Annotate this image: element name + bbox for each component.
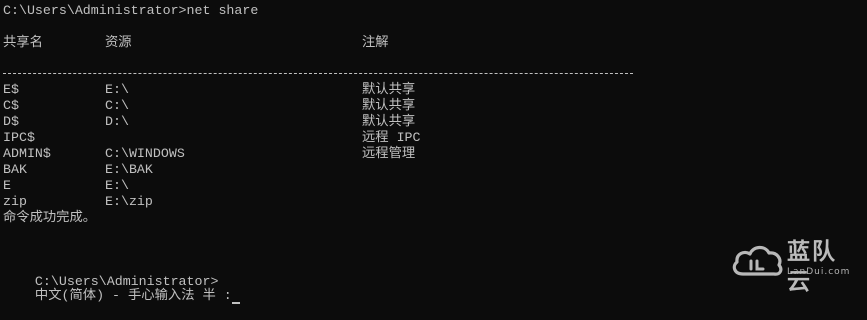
table-row: C$ C:\ 默认共享 <box>3 98 643 114</box>
share-name: D$ <box>3 114 19 129</box>
table-row: BAK E:\BAK <box>3 162 643 178</box>
share-name: IPC$ <box>3 130 35 145</box>
ime-status-text: 中文(简体) - 手心输入法 半 : <box>34 288 232 303</box>
share-name: E <box>3 178 11 193</box>
header-resource: 资源 <box>105 35 132 50</box>
console-window[interactable]: C:\Users\Administrator>net share 共享名 资源 … <box>0 0 867 304</box>
watermark-logo: 蓝队云 LanDui.com <box>729 236 859 295</box>
share-resource: E:\zip <box>105 194 153 209</box>
share-name: BAK <box>3 162 27 177</box>
share-remark: 默认共享 <box>362 114 416 129</box>
share-resource: D:\ <box>105 114 129 129</box>
share-name: E$ <box>3 82 19 97</box>
share-resource: E:\ <box>105 82 129 97</box>
table-row: ADMIN$ C:\WINDOWS 远程管理 <box>3 146 643 162</box>
header-share-name: 共享名 <box>3 35 43 50</box>
table-row: zip E:\zip <box>3 194 643 210</box>
share-resource: C:\WINDOWS <box>105 146 185 161</box>
share-name: zip <box>3 194 27 209</box>
table-row: D$ D:\ 默认共享 <box>3 114 643 130</box>
watermark-subtext: LanDui.com <box>787 267 851 277</box>
share-resource: C:\ <box>105 98 129 113</box>
text-cursor <box>231 302 240 304</box>
share-resource: E:\ <box>105 178 129 193</box>
share-name: C$ <box>3 98 19 113</box>
cloud-logo-icon <box>732 245 783 276</box>
table-row: E$ E:\ 默认共享 <box>3 82 643 98</box>
share-resource: E:\BAK <box>105 162 153 177</box>
separator-line <box>3 73 633 74</box>
ime-status-bar: 中文(简体) - 手心输入法 半 : <box>3 272 240 304</box>
share-name: ADMIN$ <box>3 146 51 161</box>
table-row: IPC$ 远程 IPC <box>3 130 643 146</box>
table-row: E E:\ <box>3 178 643 194</box>
command-line: C:\Users\Administrator>net share <box>3 3 259 18</box>
header-remark: 注解 <box>362 35 389 50</box>
table-header: 共享名 资源 注解 <box>3 35 643 51</box>
share-remark: 远程管理 <box>362 146 416 161</box>
share-remark: 默认共享 <box>362 98 416 113</box>
share-remark: 远程 IPC <box>362 130 421 145</box>
share-remark: 默认共享 <box>362 82 416 97</box>
completion-message: 命令成功完成。 <box>3 210 97 225</box>
